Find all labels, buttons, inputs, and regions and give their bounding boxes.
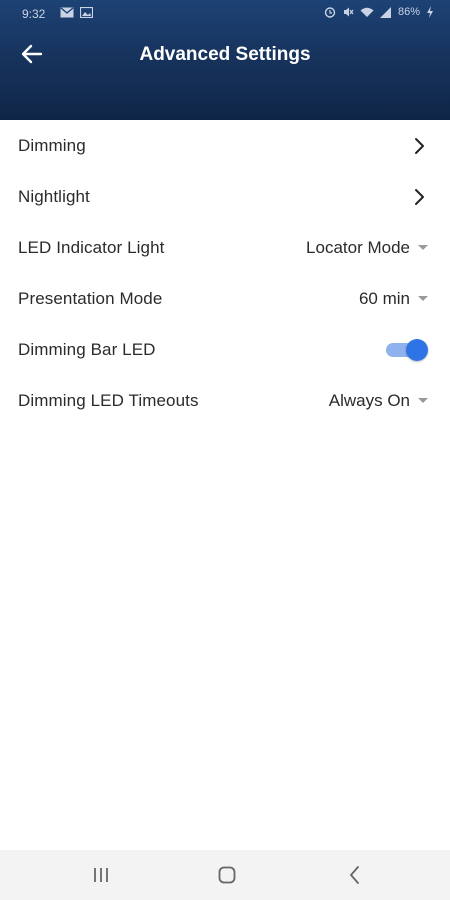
setting-row-led-indicator-light: LED Indicator Light Locator Mode (0, 222, 450, 273)
settings-list: Dimming Nightlight LED Indicator Light L… (0, 120, 450, 426)
page-title: Advanced Settings (139, 44, 311, 65)
setting-row-dimming-bar-led: Dimming Bar LED (0, 324, 450, 375)
dropdown-arrow-icon (418, 296, 428, 301)
status-time: 9:32 (22, 7, 46, 21)
recent-apps-button[interactable] (81, 860, 121, 890)
battery-percent: 86% (397, 6, 420, 18)
image-icon (80, 7, 93, 18)
toggle-knob (406, 338, 428, 361)
alarm-icon (324, 7, 336, 18)
setting-row-dimming[interactable]: Dimming (0, 120, 450, 171)
setting-label: Presentation Mode (18, 288, 163, 308)
signal-icon (379, 6, 391, 18)
system-back-button[interactable] (334, 860, 374, 890)
mail-icon (60, 7, 74, 18)
dropdown-value: Locator Mode (306, 237, 410, 257)
wifi-icon (360, 7, 374, 17)
setting-label: Nightlight (18, 186, 90, 206)
recent-apps-icon (94, 868, 108, 882)
status-bar: 9:32 86% (0, 0, 450, 28)
dimming-led-timeouts-dropdown[interactable]: Always On (329, 391, 432, 411)
dropdown-value: Always On (328, 390, 410, 410)
app-header: 9:32 86% Advanced Settings (0, 0, 450, 120)
setting-label: Dimming Bar LED (18, 339, 156, 359)
led-indicator-dropdown[interactable]: Locator Mode (306, 238, 432, 258)
setting-label: Dimming LED Timeouts (18, 390, 199, 410)
back-icon (349, 866, 359, 884)
home-icon (218, 866, 236, 884)
setting-row-dimming-led-timeouts: Dimming LED Timeouts Always On (0, 375, 450, 426)
system-nav-bar (0, 850, 450, 900)
mute-icon (343, 7, 354, 17)
dropdown-arrow-icon (418, 398, 428, 403)
app-bar: Advanced Settings (0, 28, 450, 84)
setting-row-presentation-mode: Presentation Mode 60 min (0, 273, 450, 324)
chevron-right-icon (415, 137, 424, 154)
home-button[interactable] (207, 860, 247, 890)
setting-row-nightlight[interactable]: Nightlight (0, 171, 450, 222)
dropdown-value: 60 min (358, 288, 410, 308)
presentation-mode-dropdown[interactable]: 60 min (359, 289, 432, 309)
chevron-right-icon (415, 188, 424, 205)
dimming-bar-led-toggle[interactable] (386, 338, 428, 362)
battery-charging-icon (427, 6, 433, 18)
dropdown-arrow-icon (418, 245, 428, 250)
setting-label: Dimming (18, 135, 86, 155)
setting-label: LED Indicator Light (18, 237, 165, 257)
